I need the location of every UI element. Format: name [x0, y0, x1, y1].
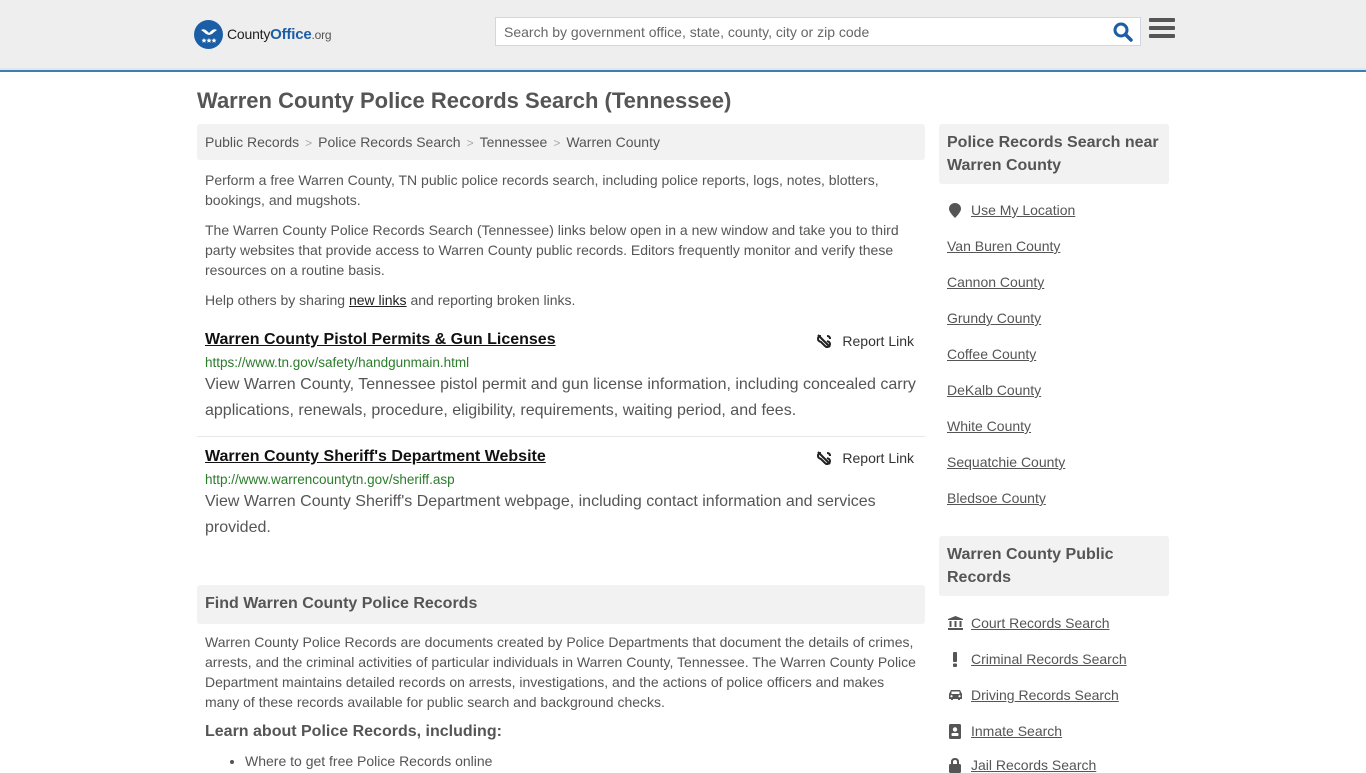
- inmate-search-label: Inmate Search: [971, 723, 1063, 739]
- report-link-button[interactable]: Report Link: [816, 333, 914, 349]
- id-badge-icon: [947, 723, 963, 739]
- public-records-heading: Warren County Public Records: [939, 536, 1169, 596]
- result-url: https://www.tn.gov/safety/handgunmain.ht…: [205, 355, 470, 370]
- page-title: Warren County Police Records Search (Ten…: [197, 88, 732, 113]
- jail-records-label: Jail Records Search: [971, 757, 1097, 773]
- driving-records-label: Driving Records Search: [971, 687, 1119, 703]
- use-my-location-label: Use My Location: [971, 202, 1076, 218]
- breadcrumb-warren-county[interactable]: Warren County: [566, 134, 660, 150]
- search-button[interactable]: [1112, 21, 1134, 43]
- exclamation-icon: [947, 651, 963, 667]
- share-text-end: and reporting broken links.: [406, 292, 576, 308]
- share-links-paragraph: Help others by sharing new links and rep…: [205, 290, 920, 310]
- report-link-label: Report Link: [842, 333, 914, 349]
- nearby-county-cannon[interactable]: Cannon County: [947, 274, 1044, 290]
- driving-records-link[interactable]: Driving Records Search: [947, 687, 1119, 703]
- report-link-button[interactable]: Report Link: [816, 450, 914, 466]
- breadcrumb-public-records[interactable]: Public Records: [205, 134, 299, 150]
- report-link-label: Report Link: [842, 450, 914, 466]
- nearby-county-sequatchie[interactable]: Sequatchie County: [947, 454, 1065, 470]
- result-divider: [197, 436, 925, 437]
- nearby-county-bledsoe[interactable]: Bledsoe County: [947, 490, 1046, 506]
- breadcrumb: Public Records > Police Records Search > Ten…: [197, 124, 925, 160]
- courthouse-icon: [947, 615, 963, 631]
- court-records-label: Court Records Search: [971, 615, 1110, 631]
- court-records-link[interactable]: Court Records Search: [947, 615, 1110, 631]
- logo-word-county: County: [227, 26, 271, 42]
- nearby-county-coffee[interactable]: Coffee County: [947, 346, 1036, 362]
- logo-word-tld: .org: [311, 28, 332, 42]
- breadcrumb-tennessee[interactable]: Tennessee: [480, 134, 548, 150]
- car-icon: [947, 687, 963, 703]
- breadcrumb-separator-icon: >: [466, 136, 474, 150]
- jail-records-link[interactable]: Jail Records Search: [947, 757, 1096, 773]
- result-title-link[interactable]: Warren County Pistol Permits & Gun Licen…: [205, 331, 556, 348]
- criminal-records-label: Criminal Records Search: [971, 651, 1127, 667]
- result-url: http://www.warrencountytn.gov/sheriff.as…: [205, 472, 455, 487]
- nearby-county-white[interactable]: White County: [947, 418, 1031, 434]
- result-item: Warren County Sheriff's Department Websi…: [197, 448, 925, 541]
- breadcrumb-police-records-search[interactable]: Police Records Search: [318, 134, 460, 150]
- logo-wordmark: CountyOffice.org: [227, 26, 332, 43]
- share-text: Help others by sharing: [205, 292, 349, 308]
- nearby-county-van-buren[interactable]: Van Buren County: [947, 238, 1060, 254]
- menu-bar-icon: [1149, 34, 1175, 38]
- learn-about-item: Where to get free Police Records online: [245, 753, 492, 769]
- eagle-stars-logo-icon: [194, 20, 223, 49]
- find-records-body: Warren County Police Records are documen…: [205, 634, 916, 710]
- use-my-location-link[interactable]: Use My Location: [947, 202, 1075, 218]
- disclaimer-paragraph: The Warren County Police Records Search …: [205, 222, 899, 278]
- nearby-heading: Police Records Search near Warren County: [939, 124, 1169, 184]
- inmate-search-link[interactable]: Inmate Search: [947, 723, 1062, 739]
- learn-about-list: Where to get free Police Records online: [245, 753, 492, 769]
- result-description: View Warren County Sheriff's Department …: [205, 493, 876, 536]
- result-title-link[interactable]: Warren County Sheriff's Department Websi…: [205, 448, 546, 465]
- new-links-link[interactable]: new links: [349, 292, 407, 308]
- site-logo[interactable]: CountyOffice.org: [194, 20, 332, 49]
- menu-bar-icon: [1149, 26, 1175, 30]
- map-marker-icon: [947, 202, 963, 218]
- broken-link-icon: [817, 334, 832, 348]
- broken-link-icon: [817, 451, 832, 465]
- nearby-county-grundy[interactable]: Grundy County: [947, 310, 1041, 326]
- learn-about-heading: Learn about Police Records, including:: [205, 723, 502, 740]
- site-header: CountyOffice.org: [0, 0, 1366, 72]
- criminal-records-link[interactable]: Criminal Records Search: [947, 651, 1127, 667]
- hamburger-menu-button[interactable]: [1149, 18, 1175, 42]
- result-description: View Warren County, Tennessee pistol per…: [205, 376, 916, 419]
- site-search: [495, 17, 1141, 46]
- search-icon: [1113, 22, 1133, 42]
- result-item: Warren County Pistol Permits & Gun Licen…: [197, 331, 925, 424]
- menu-bar-icon: [1149, 18, 1175, 22]
- breadcrumb-separator-icon: >: [305, 136, 313, 150]
- lock-icon: [947, 757, 963, 773]
- intro-paragraph: Perform a free Warren County, TN public …: [205, 172, 879, 208]
- find-records-heading: Find Warren County Police Records: [197, 585, 925, 624]
- logo-word-office: Office: [270, 26, 312, 43]
- nearby-county-dekalb[interactable]: DeKalb County: [947, 382, 1041, 398]
- breadcrumb-separator-icon: >: [553, 136, 561, 150]
- search-input[interactable]: [496, 18, 1106, 45]
